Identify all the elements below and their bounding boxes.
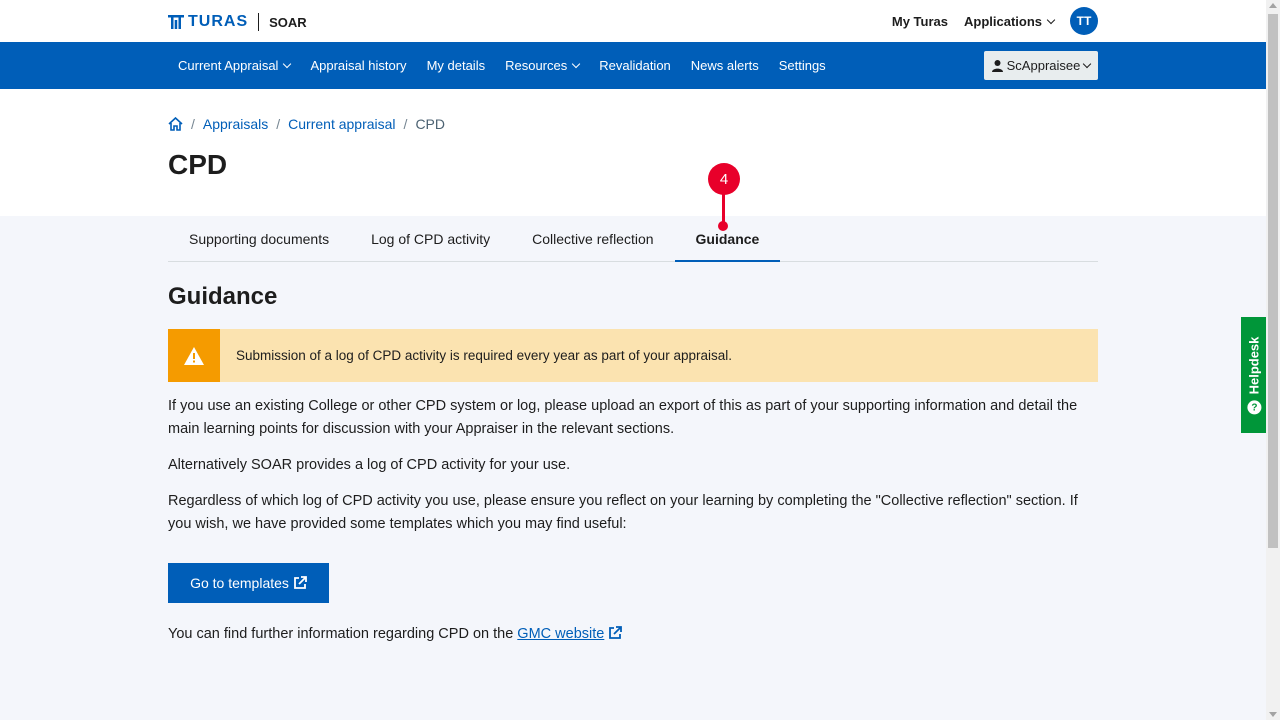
main-nav-items: Current Appraisal Appraisal history My d… <box>168 42 836 89</box>
chevron-down-icon <box>1046 15 1056 24</box>
nav-label: Current Appraisal <box>178 58 279 73</box>
external-link-icon <box>294 576 307 589</box>
nav-my-details[interactable]: My details <box>417 58 496 73</box>
guidance-paragraph-1: If you use an existing College or other … <box>168 398 1078 437</box>
tab-collective-reflection[interactable]: Collective reflection <box>511 217 674 261</box>
gmc-info-text: You can find further information regardi… <box>168 626 518 642</box>
turas-logo[interactable]: TURAS SOAR <box>168 12 307 32</box>
nav-revalidation[interactable]: Revalidation <box>589 58 681 73</box>
step-marker: 4 <box>708 163 740 195</box>
breadcrumb: / Appraisals / Current appraisal / CPD <box>168 116 445 132</box>
applications-label: Applications <box>963 13 1042 29</box>
user-menu-button[interactable]: ScAppraisee <box>984 51 1098 80</box>
scroll-down-arrow[interactable] <box>1269 712 1277 717</box>
my-turas-link[interactable]: My Turas <box>892 14 948 29</box>
chevron-down-icon <box>1083 59 1092 69</box>
turas-icon <box>168 15 184 29</box>
warning-alert: Submission of a log of CPD activity is r… <box>168 329 1098 382</box>
logo-text: TURAS <box>188 13 249 30</box>
logo-divider <box>258 13 260 31</box>
section-title: Guidance <box>168 283 278 310</box>
nav-resources[interactable]: Resources <box>495 58 589 73</box>
breadcrumb-appraisals[interactable]: Appraisals <box>203 116 268 132</box>
main-nav: Current Appraisal Appraisal history My d… <box>0 42 1266 89</box>
breadcrumb-separator: / <box>191 116 195 132</box>
link-label: GMC website <box>517 626 605 642</box>
gmc-info-paragraph: You can find further information regardi… <box>168 623 1098 646</box>
nav-settings[interactable]: Settings <box>769 58 836 73</box>
guidance-paragraph-3: Regardless of which log of CPD activity … <box>168 493 1078 532</box>
nav-label: Settings <box>778 58 826 73</box>
scrollbar[interactable] <box>1266 0 1280 720</box>
step-marker-line <box>722 194 725 224</box>
helpdesk-label: Helpdesk <box>1246 336 1261 394</box>
breadcrumb-separator: / <box>276 116 281 132</box>
button-label: Go to templates <box>190 575 289 591</box>
gmc-website-link[interactable]: GMC website <box>517 626 604 642</box>
tab-supporting-documents[interactable]: Supporting documents <box>168 217 350 261</box>
top-header: TURAS SOAR My Turas Applications TT <box>0 0 1266 42</box>
tab-bar: Supporting documents Log of CPD activity… <box>168 217 1098 262</box>
nav-label: Appraisal history <box>310 58 407 73</box>
external-link-icon <box>609 626 623 639</box>
page-header: / Appraisals / Current appraisal / CPD C… <box>0 89 1266 216</box>
nav-label: My details <box>426 58 486 73</box>
app-name: SOAR <box>269 14 307 30</box>
breadcrumb-separator: / <box>403 116 408 132</box>
user-menu-label: ScAppraisee <box>1006 58 1081 73</box>
home-icon[interactable] <box>168 117 183 131</box>
helpdesk-content: ? Helpdesk <box>1246 336 1261 414</box>
nav-news-alerts[interactable]: News alerts <box>681 58 769 73</box>
alert-text: Submission of a log of CPD activity is r… <box>236 348 732 363</box>
nav-label: Resources <box>505 58 568 73</box>
breadcrumb-current-appraisal[interactable]: Current appraisal <box>288 116 395 132</box>
turas-logo-mark: TURAS <box>168 13 248 31</box>
top-nav: My Turas Applications TT <box>892 7 1098 35</box>
question-icon: ? <box>1246 399 1261 414</box>
tab-log-of-cpd-activity[interactable]: Log of CPD activity <box>350 217 511 261</box>
chevron-down-icon <box>283 59 292 69</box>
warning-icon <box>168 329 220 382</box>
user-icon <box>991 59 1003 72</box>
page-title: CPD <box>168 149 228 180</box>
nav-current-appraisal[interactable]: Current Appraisal <box>168 58 300 73</box>
go-to-templates-button[interactable]: Go to templates <box>168 563 329 603</box>
guidance-panel: Guidance Submission of a log of CPD acti… <box>168 283 1098 646</box>
applications-menu[interactable]: Applications <box>963 13 1056 29</box>
nav-appraisal-history[interactable]: Appraisal history <box>300 58 416 73</box>
nav-label: News alerts <box>690 58 759 73</box>
chevron-down-icon <box>571 59 581 69</box>
helpdesk-tab[interactable]: ? Helpdesk <box>1241 317 1266 433</box>
scrollbar-thumb[interactable] <box>1268 14 1278 548</box>
guidance-paragraph-2: Alternatively SOAR provides a log of CPD… <box>168 457 571 473</box>
avatar[interactable]: TT <box>1070 7 1098 35</box>
scroll-up-arrow[interactable] <box>1269 3 1277 8</box>
step-marker-dot <box>718 221 728 231</box>
breadcrumb-current: CPD <box>415 116 445 132</box>
nav-label: Revalidation <box>599 58 671 73</box>
